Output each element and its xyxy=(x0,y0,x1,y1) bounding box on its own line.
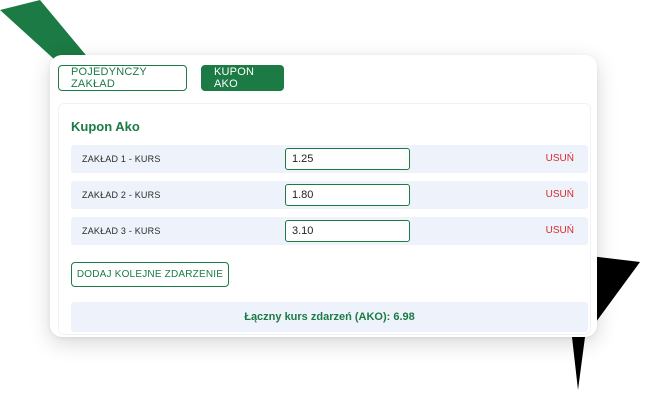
bet-type-tabs: POJEDYNCZY ZAKŁAD KUPON AKO xyxy=(58,65,284,91)
ako-coupon-panel: Kupon Ako ZAKŁAD 1 - KURS USUŃ ZAKŁAD 2 … xyxy=(58,103,591,335)
tab-single-bet[interactable]: POJEDYNCZY ZAKŁAD xyxy=(58,65,187,91)
green-ribbon-shape xyxy=(0,0,90,60)
remove-bet-button[interactable]: USUŃ xyxy=(546,145,574,173)
total-odds-text: Łączny kurs zdarzeń (AKO): 6.98 xyxy=(244,311,415,323)
remove-bet-button[interactable]: USUŃ xyxy=(546,217,574,245)
bet-odds-input[interactable] xyxy=(285,220,410,242)
bet-label: ZAKŁAD 1 - KURS xyxy=(82,154,161,164)
panel-title: Kupon Ako xyxy=(71,119,140,134)
bet-label: ZAKŁAD 2 - KURS xyxy=(82,190,161,200)
bet-odds-input[interactable] xyxy=(285,148,410,170)
total-odds-box: Łączny kurs zdarzeń (AKO): 6.98 xyxy=(71,302,588,332)
tab-ako-coupon[interactable]: KUPON AKO xyxy=(201,65,284,91)
coupon-card: POJEDYNCZY ZAKŁAD KUPON AKO Kupon Ako ZA… xyxy=(50,55,597,337)
bet-odds-input[interactable] xyxy=(285,184,410,206)
bet-label: ZAKŁAD 3 - KURS xyxy=(82,226,161,236)
bet-row: ZAKŁAD 3 - KURS USUŃ xyxy=(71,217,588,245)
bet-row: ZAKŁAD 1 - KURS USUŃ xyxy=(71,145,588,173)
remove-bet-button[interactable]: USUŃ xyxy=(546,181,574,209)
bet-row: ZAKŁAD 2 - KURS USUŃ xyxy=(71,181,588,209)
add-event-button[interactable]: DODAJ KOLEJNE ZDARZENIE xyxy=(71,262,229,287)
